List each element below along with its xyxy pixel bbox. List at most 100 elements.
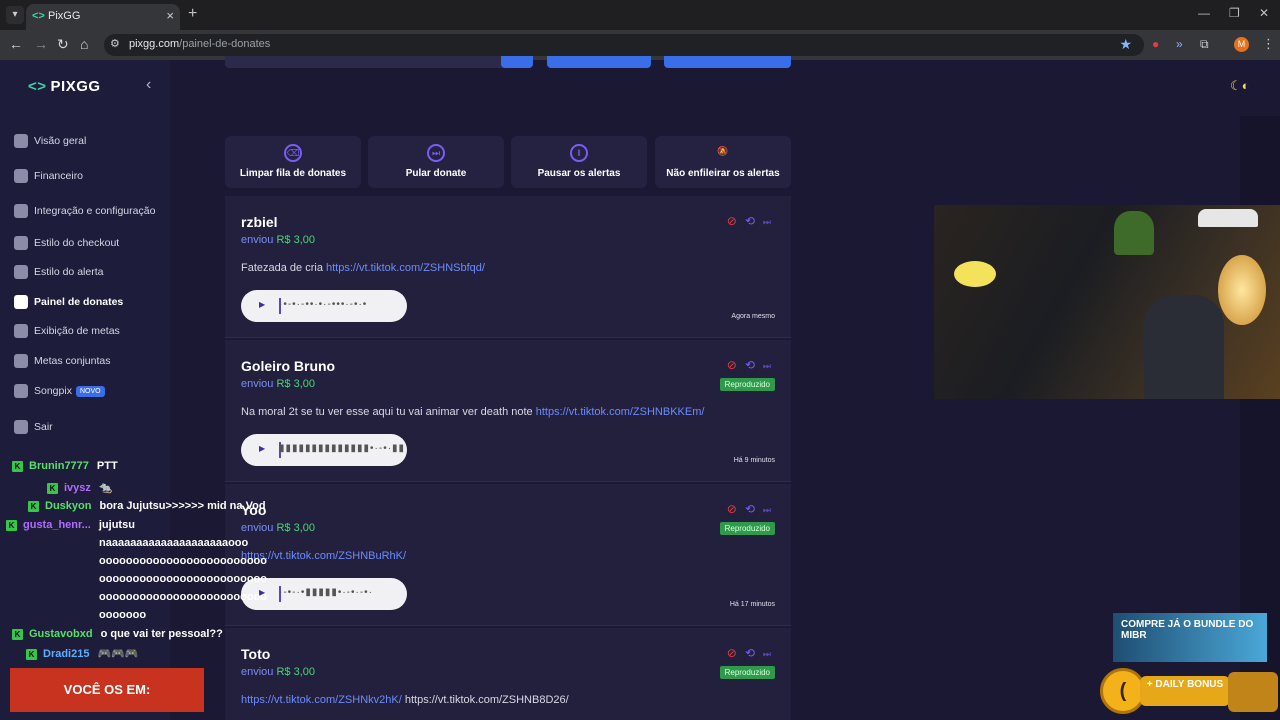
chat-message-continuation: ooooooo [99,609,147,621]
back-icon[interactable]: ← [9,36,23,52]
chat-message-continuation: naaaaaaaaaaaaaaaaaaaaooo [99,537,249,549]
tiktok-link[interactable]: https://vt.tiktok.com/ZSHNSbfqd/ [326,262,485,274]
kick-badge-icon: K [6,520,17,531]
chair [1144,295,1224,399]
block-icon[interactable]: ⊘ [727,358,737,372]
status-badge: Reproduzido [719,666,775,679]
replay-icon[interactable]: ⟲ [745,214,755,228]
audio-player[interactable]: ▶ ·•-•·-••·•·-•••·-•·• [241,290,407,322]
donation-time: Há 9 minutos [733,457,775,464]
home-icon[interactable]: ⌂ [80,36,88,52]
extension-audio-icon[interactable]: » [1176,37,1183,51]
sidebar-item-exibicao-metas[interactable]: Exibição de metas [14,324,164,346]
chat-message: K Gustavobxd o que vai ter pessoal?? [12,628,223,640]
card-actions: ⊘ ⟲ ⏭ [719,358,771,372]
filter-button[interactable] [547,56,651,68]
skip-icon[interactable]: ⏭ [763,217,771,227]
status-badge: Reproduzido [719,522,775,535]
replay-icon[interactable]: ⟲ [745,358,755,372]
filter-input[interactable] [225,56,531,68]
plant [1114,211,1154,255]
sidebar-item-visao-geral[interactable]: Visão geral [14,134,164,156]
daily-bonus-label: + DAILY BONUS [1140,676,1230,706]
theme-toggle-icon[interactable]: ☾◐ [1230,78,1250,94]
skip-icon[interactable]: ⏭ [763,505,771,515]
minimize-icon[interactable]: — [1198,6,1210,20]
chat-message: Kivysz 🐀 [47,481,113,494]
wallet-icon [14,169,28,183]
search-button[interactable] [501,56,533,68]
chest-icon [1228,672,1278,712]
sidebar-item-integracao[interactable]: Integração e configuração [14,204,164,226]
top-bar [170,60,1280,116]
new-badge: NOVO [75,385,105,397]
waveform: ·-•-·•▮▮▮▮▮•·-•·-•· [279,587,373,598]
url-text[interactable]: pixgg.com/painel-de-donates [129,38,270,50]
block-icon[interactable]: ⊘ [727,646,737,660]
skip-icon[interactable]: ⏭ [763,361,771,371]
donation-card: Yoo enviou R$ 3,00 ⊘ ⟲ ⏭ Reproduzido https… [225,484,791,626]
status-badge: Reproduzido [719,378,775,391]
profile-avatar[interactable]: M [1234,37,1249,52]
bookmark-star-icon[interactable]: ★ [1119,36,1132,53]
new-tab-button[interactable]: + [188,5,197,23]
pause-alerts-button[interactable]: ‖ Pausar os alertas [511,136,647,188]
sidebar-item-financeiro[interactable]: Financeiro [14,169,164,191]
home-icon [14,134,28,148]
donation-amount: enviou R$ 3,00 [241,378,316,390]
settings-icon [14,204,28,218]
skip-donate-button[interactable]: ⏭ Pular donate [368,136,504,188]
chat-message: Kgusta_henr... jujutsu [6,519,135,531]
browser-tab[interactable]: <> PixGG × [26,4,180,30]
donation-amount: enviou R$ 3,00 [241,234,316,246]
play-icon[interactable]: ▶ [259,300,265,309]
stream-banner: VOCÊ OS EM: [10,668,204,712]
donation-time: Há 17 minutos [729,601,775,608]
browser-tab-strip: ▾ <> PixGG × + — ❐ ✕ [0,0,1280,30]
pixgg-logo[interactable]: <> PIXGG [28,78,101,95]
eraser-icon: ⌫ [284,144,302,162]
kick-badge-icon: K [12,461,23,472]
browser-menu-icon[interactable]: ⋮ [1262,36,1275,52]
block-icon[interactable]: ⊘ [727,502,737,516]
skip-icon[interactable]: ⏭ [763,649,771,659]
forward-icon[interactable]: → [34,36,48,52]
logout-icon [14,420,28,434]
restore-icon[interactable]: ❐ [1229,6,1240,20]
tiktok-link[interactable]: https://vt.tiktok.com/ZSHNkv2hK/ [241,694,402,706]
replay-icon[interactable]: ⟲ [745,646,755,660]
replay-icon[interactable]: ⟲ [745,502,755,516]
thumb-icon [14,295,28,309]
sidebar-item-estilo-checkout[interactable]: Estilo do checkout [14,236,164,258]
extension-red-icon[interactable]: ● [1152,37,1159,51]
bell-off-icon: 🔕 [717,146,729,156]
chat-message: K Dradi215 🎮🎮🎮 [26,647,139,660]
tab-search-button[interactable]: ▾ [6,6,24,24]
dont-queue-alerts-button[interactable]: 🔕 Não enfileirar os alertas [655,136,791,188]
tiktok-link[interactable]: https://vt.tiktok.com/ZSHNBKKEm/ [536,406,705,418]
collapse-sidebar-icon[interactable]: ‹ [146,76,151,94]
donation-card: Toto enviou R$ 3,00 ⊘ ⟲ ⏭ Reproduzido http… [225,628,791,720]
sidebar-item-songpix[interactable]: Songpix NOVO [14,384,164,406]
site-info-icon[interactable]: ⚙ [110,37,120,50]
card-actions: ⊘ ⟲ ⏭ [719,502,771,516]
close-window-icon[interactable]: ✕ [1259,6,1269,20]
extensions-puzzle-icon[interactable]: ⧉ [1200,37,1209,52]
palette-icon [14,236,28,250]
block-icon[interactable]: ⊘ [727,214,737,228]
address-bar[interactable]: ⚙ pixgg.com/painel-de-donates ★ [104,34,1144,56]
waveform: ·•-•·-••·•·-•••·-•·• [279,299,368,310]
reload-icon[interactable]: ↻ [57,36,69,53]
clear-queue-button[interactable]: ⌫ Limpar fila de donates [225,136,361,188]
sidebar-item-painel-donates[interactable]: Painel de donates [14,295,164,317]
lamp [954,261,996,287]
sidebar-item-estilo-alerta[interactable]: Estilo do alerta [14,265,164,287]
sidebar-item-metas-conjuntas[interactable]: Metas conjuntas [14,354,164,376]
close-tab-icon[interactable]: × [166,8,174,23]
sidebar-item-sair[interactable]: Sair [14,420,164,442]
donation-message: Fatezada de cria https://vt.tiktok.com/Z… [241,262,485,274]
test-alert-button[interactable] [664,56,791,68]
chat-message-continuation: ooooooooooooooooooooooooo [99,573,267,585]
card-actions: ⊘ ⟲ ⏭ [719,646,771,660]
play-icon[interactable]: ▶ [259,444,265,453]
